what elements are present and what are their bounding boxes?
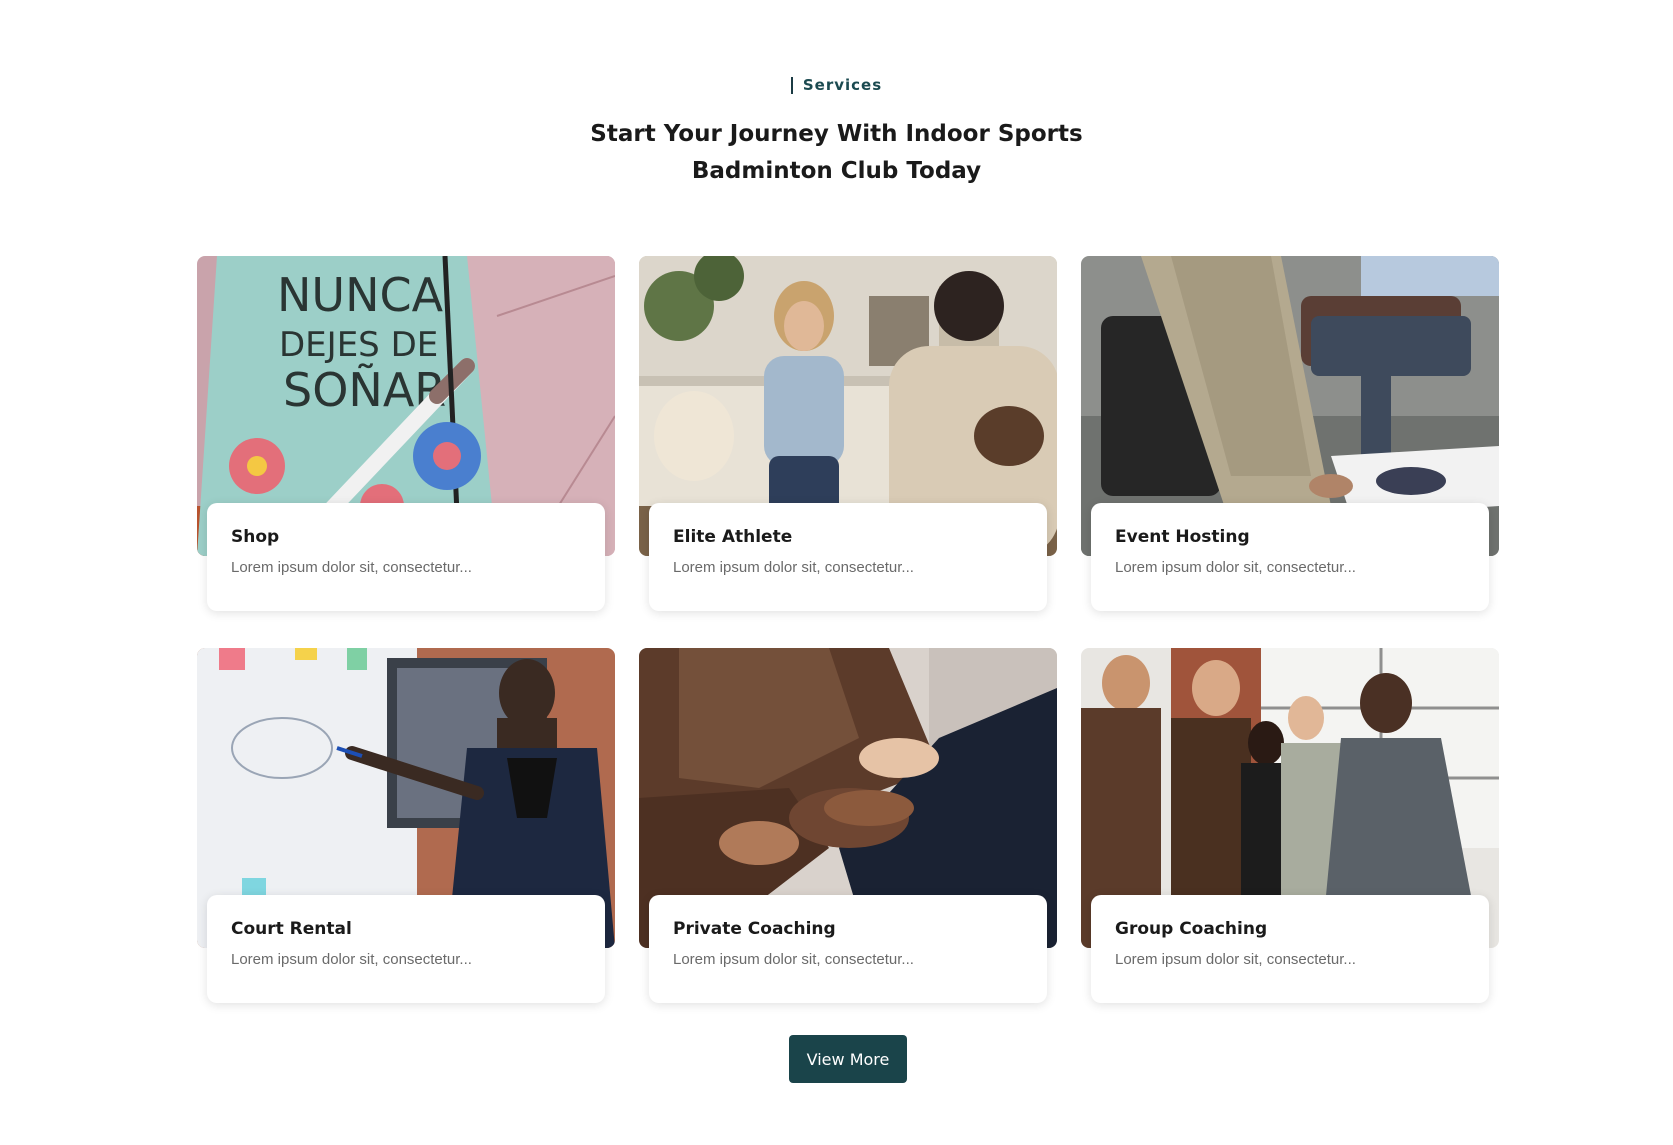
service-card-elite-athlete[interactable]: Elite Athlete Lorem ipsum dolor sit, con… — [639, 256, 1057, 611]
service-description: Lorem ipsum dolor sit, consectetur... — [673, 951, 914, 968]
eyebrow-label: Services — [802, 76, 883, 94]
service-card-private-coaching[interactable]: Private Coaching Lorem ipsum dolor sit, … — [639, 648, 1057, 1003]
view-more-button[interactable]: View More — [789, 1035, 907, 1083]
service-card-shop[interactable]: NUNCA DEJES DE SOÑAR Shop Lorem ipsum do… — [197, 256, 615, 611]
service-title[interactable]: Private Coaching — [673, 919, 1023, 939]
service-description: Lorem ipsum dolor sit, consectetur... — [673, 559, 914, 576]
service-info-court-rental: Court Rental Lorem ipsum dolor sit, cons… — [207, 895, 605, 1003]
service-description: Lorem ipsum dolor sit, consectetur... — [231, 951, 472, 968]
service-card-event-hosting[interactable]: Event Hosting Lorem ipsum dolor sit, con… — [1081, 256, 1499, 611]
service-info-elite-athlete: Elite Athlete Lorem ipsum dolor sit, con… — [649, 503, 1047, 611]
service-info-private-coaching: Private Coaching Lorem ipsum dolor sit, … — [649, 895, 1047, 1003]
section-heading: Start Your Journey With Indoor Sports Ba… — [0, 116, 1673, 190]
service-description: Lorem ipsum dolor sit, consectetur... — [1115, 951, 1356, 968]
services-section: Services Start Your Journey With Indoor … — [0, 0, 1673, 1145]
service-title[interactable]: Group Coaching — [1115, 919, 1465, 939]
section-eyebrow: Services — [0, 76, 1673, 94]
service-card-group-coaching[interactable]: Group Coaching Lorem ipsum dolor sit, co… — [1081, 648, 1499, 1003]
service-description: Lorem ipsum dolor sit, consectetur... — [231, 559, 472, 576]
service-info-event-hosting: Event Hosting Lorem ipsum dolor sit, con… — [1091, 503, 1489, 611]
service-description: Lorem ipsum dolor sit, consectetur... — [1115, 559, 1356, 576]
eyebrow-bar — [790, 76, 793, 94]
notebook-text-2: DEJES DE — [279, 325, 438, 365]
notebook-text-1: NUNCA — [277, 268, 444, 322]
service-info-shop: Shop Lorem ipsum dolor sit, consectetur.… — [207, 503, 605, 611]
service-title[interactable]: Event Hosting — [1115, 527, 1465, 547]
service-info-group-coaching: Group Coaching Lorem ipsum dolor sit, co… — [1091, 895, 1489, 1003]
service-card-court-rental[interactable]: Court Rental Lorem ipsum dolor sit, cons… — [197, 648, 615, 1003]
services-grid: NUNCA DEJES DE SOÑAR Shop Lorem ipsum do… — [197, 256, 1500, 1003]
service-title[interactable]: Court Rental — [231, 919, 581, 939]
heading-line-2: Badminton Club Today — [691, 158, 982, 184]
service-title[interactable]: Elite Athlete — [673, 527, 1023, 547]
service-title[interactable]: Shop — [231, 527, 581, 547]
heading-line-1: Start Your Journey With Indoor Sports — [590, 121, 1083, 147]
